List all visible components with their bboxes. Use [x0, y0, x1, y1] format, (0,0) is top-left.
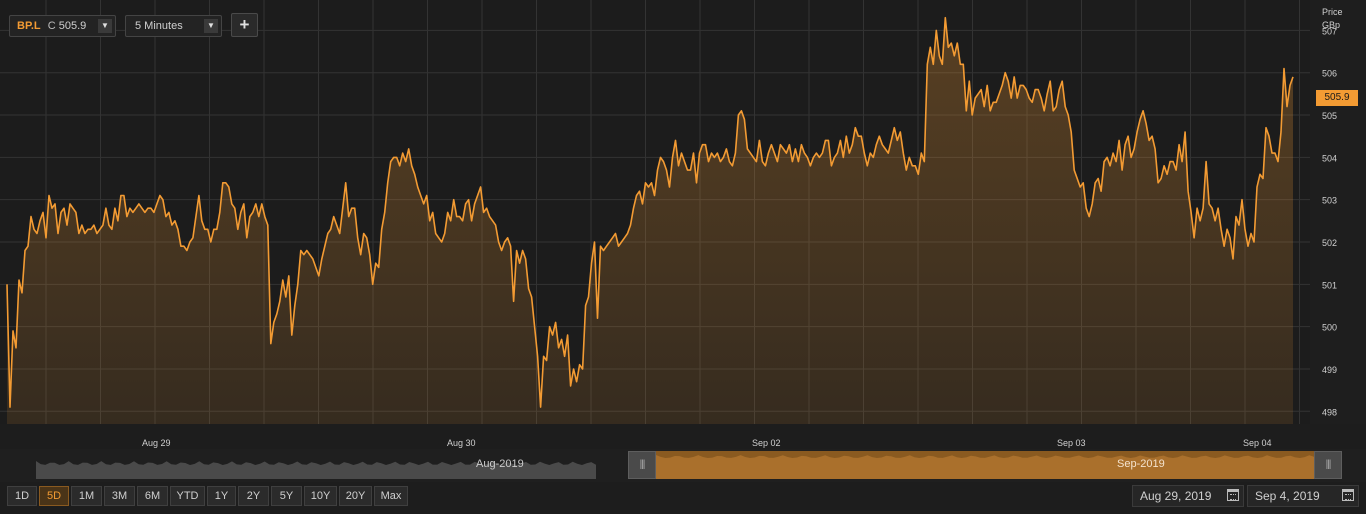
range-button-20y[interactable]: 20Y	[339, 486, 372, 506]
navigator[interactable]: Aug-2019 Sep-2019 ||| |||	[0, 449, 1366, 482]
x-tick-date: Aug 30	[447, 438, 476, 448]
x-tick-date: Aug 29	[142, 438, 171, 448]
interval-label: 5 Minutes	[135, 20, 183, 32]
y-tick-label: 504	[1322, 153, 1337, 163]
chevron-down-icon[interactable]: ▼	[98, 19, 112, 33]
close-prefix: C	[47, 20, 56, 32]
symbol-label: BP.L	[17, 20, 41, 32]
navigator-selected-area	[656, 455, 1314, 479]
range-button-1m[interactable]: 1M	[71, 486, 102, 506]
range-button-5y[interactable]: 5Y	[271, 486, 302, 506]
y-tick-label: 500	[1322, 323, 1337, 333]
x-tick-date: Sep 03	[1057, 438, 1086, 448]
price-axis-panel	[1310, 0, 1366, 424]
price-area	[7, 17, 1293, 424]
y-tick-label: 503	[1322, 196, 1337, 206]
price-chart[interactable]: 4984995005015025035045055065078:1512:151…	[0, 0, 1366, 424]
symbol-selector[interactable]: BP.L C 505.9 ▼	[9, 15, 116, 37]
date-from-field[interactable]: Aug 29, 2019	[1132, 485, 1244, 507]
calendar-icon[interactable]	[1227, 489, 1239, 501]
y-tick-label: 506	[1322, 69, 1337, 79]
price-axis-currency: GBp	[1322, 20, 1341, 30]
close-value: 505.9	[58, 20, 87, 32]
price-axis-title: Price	[1322, 7, 1343, 17]
date-from-value: Aug 29, 2019	[1140, 489, 1212, 503]
navigator-month-sep: Sep-2019	[1117, 458, 1165, 470]
price-axis-unit: Price GBp	[1322, 6, 1343, 32]
calendar-icon[interactable]	[1342, 489, 1354, 501]
navigator-left-handle[interactable]: |||	[628, 451, 656, 479]
navigator-right-handle[interactable]: |||	[1314, 451, 1342, 479]
range-button-ytd[interactable]: YTD	[170, 486, 205, 506]
range-button-2y[interactable]: 2Y	[238, 486, 269, 506]
last-price-tag: 505.9	[1316, 90, 1358, 106]
range-button-3m[interactable]: 3M	[104, 486, 135, 506]
y-tick-label: 502	[1322, 238, 1337, 248]
range-bar: 1D 5D 1M 3M 6M YTD 1Y 2Y 5Y 10Y 20Y Max Aug 29, 201…	[0, 484, 1366, 514]
y-tick-label: 505	[1322, 111, 1337, 121]
range-button-max[interactable]: Max	[374, 486, 408, 506]
y-tick-label: 498	[1322, 407, 1337, 417]
range-button-5d[interactable]: 5D	[39, 486, 69, 506]
range-button-10y[interactable]: 10Y	[304, 486, 337, 506]
y-tick-label: 501	[1322, 280, 1337, 290]
navigator-month-aug: Aug-2019	[476, 458, 524, 470]
x-tick-date: Sep 04	[1243, 438, 1272, 448]
price-chart-svg: 4984995005015025035045055065078:1512:151…	[0, 0, 1366, 424]
add-series-button[interactable]: +	[231, 13, 258, 37]
interval-selector[interactable]: 5 Minutes ▼	[125, 15, 222, 37]
date-to-value: Sep 4, 2019	[1255, 489, 1320, 503]
x-date-labels: Aug 29 Aug 30 Sep 02 Sep 03 Sep 04	[142, 438, 1272, 448]
range-button-6m[interactable]: 6M	[137, 486, 168, 506]
range-button-1d[interactable]: 1D	[7, 486, 37, 506]
chevron-down-icon[interactable]: ▼	[204, 19, 218, 33]
date-to-field[interactable]: Sep 4, 2019	[1247, 485, 1359, 507]
y-tick-label: 499	[1322, 365, 1337, 375]
x-tick-date: Sep 02	[752, 438, 781, 448]
range-button-1y[interactable]: 1Y	[207, 486, 236, 506]
